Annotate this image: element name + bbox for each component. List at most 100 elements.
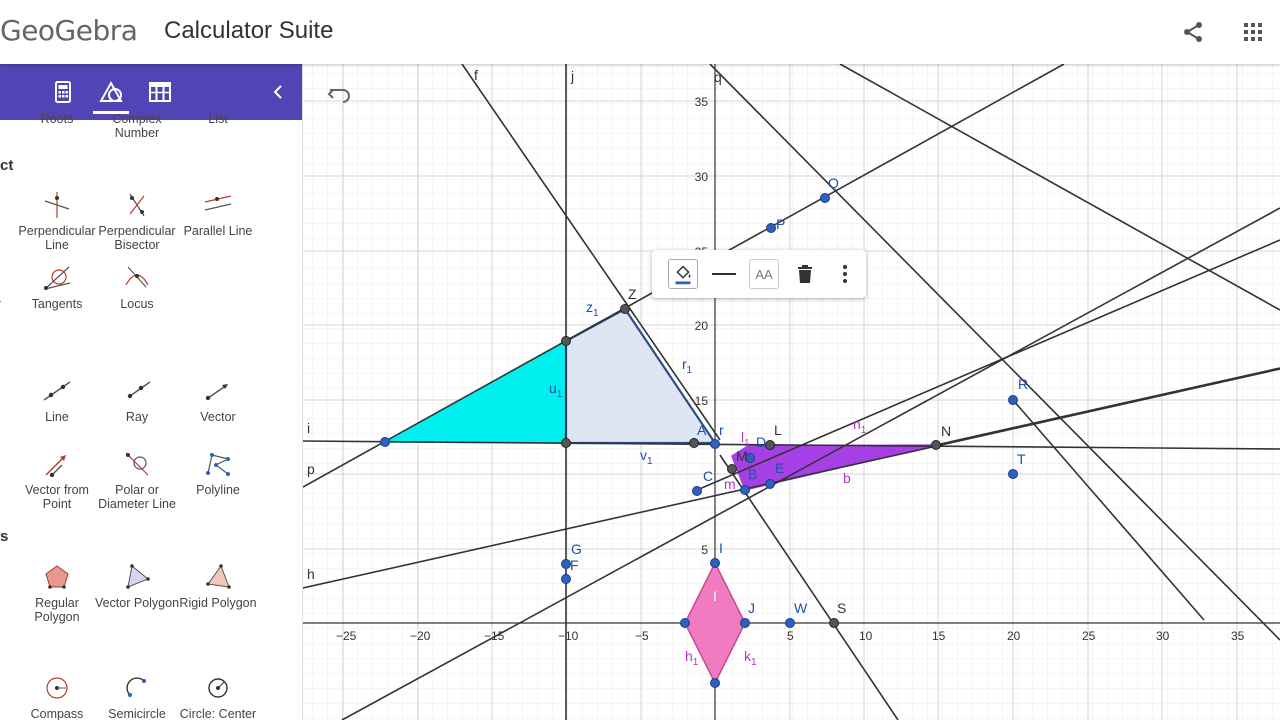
label-S: S <box>837 600 846 616</box>
x-tick: −25 <box>336 629 357 643</box>
share-icon[interactable] <box>1181 20 1205 44</box>
tab-tools[interactable] <box>96 77 126 107</box>
delete-icon <box>798 265 812 283</box>
geogebra-logo[interactable]: GeoGebra <box>0 14 138 47</box>
label-R: R <box>1018 376 1028 392</box>
semicircle-icon <box>126 677 146 697</box>
graphics-view[interactable]: −25 −20 −15 −10 −5 5 10 15 20 25 30 35 3… <box>303 64 1280 720</box>
label-C: C <box>703 468 713 484</box>
label-D: D <box>756 434 766 450</box>
y-tick: 35 <box>695 95 709 109</box>
tool-compass[interactable]: Compass <box>14 673 100 720</box>
delete-button[interactable] <box>790 259 820 289</box>
tool-partial-left-6[interactable]: n <box>0 707 10 720</box>
collapse-panel-button[interactable] <box>266 80 290 104</box>
label-style-button[interactable]: AA <box>749 259 779 289</box>
label-I: I <box>719 540 723 556</box>
tool-partial-left[interactable]: or <box>0 224 8 238</box>
tool-partial-left-4[interactable]: ithgth <box>0 483 12 511</box>
more-options-icon <box>843 265 847 283</box>
calculator-icon <box>55 81 71 103</box>
label-line-h: h <box>307 566 315 582</box>
section-construct-heading: ct <box>0 157 14 174</box>
tool-regular-polygon[interactable]: Regular Polygon <box>14 562 100 624</box>
label-line-r: r <box>719 422 724 438</box>
label-polygon-I: I <box>713 588 717 604</box>
undo-icon <box>327 89 350 103</box>
label-M: M <box>736 448 748 464</box>
tab-table[interactable] <box>145 77 175 107</box>
tool-complex-number[interactable]: Complex Number <box>94 112 180 140</box>
y-tick: 30 <box>695 170 709 184</box>
tool-vector-polygon[interactable]: Vector Polygon <box>94 562 180 610</box>
label-line-f: f <box>474 67 478 83</box>
tool-polar-diameter-line[interactable]: Polar or Diameter Line <box>94 449 180 511</box>
label-L: L <box>774 422 782 438</box>
circle-center-icon <box>208 678 228 698</box>
tool-perpendicular-line[interactable]: Perpendicular Line <box>14 190 100 252</box>
x-tick: 35 <box>1231 629 1245 643</box>
tool-rigid-polygon[interactable]: Rigid Polygon <box>175 562 261 610</box>
x-tick: −20 <box>410 629 431 643</box>
more-options-button[interactable] <box>830 259 860 289</box>
app-title: Calculator Suite <box>164 17 334 44</box>
tool-vector[interactable]: Vector <box>175 376 261 424</box>
rigid-polygon-icon <box>206 564 231 589</box>
perpendicular-line-icon <box>44 192 70 218</box>
line-icon <box>43 381 71 401</box>
polyline-icon <box>206 453 230 476</box>
label-b: b <box>843 470 851 486</box>
label-F: F <box>570 557 579 573</box>
x-tick: 25 <box>1082 629 1096 643</box>
table-icon <box>149 82 171 102</box>
vector-from-point-icon <box>45 455 66 478</box>
x-tick: 30 <box>1156 629 1170 643</box>
x-tick: −15 <box>484 629 505 643</box>
regular-polygon-icon <box>45 565 69 589</box>
tool-tangents[interactable]: Tangents <box>14 263 100 311</box>
label-line-p: p <box>307 461 315 477</box>
apps-grid-icon[interactable] <box>1241 20 1265 44</box>
label-B: B <box>748 466 757 482</box>
geometry-tools-icon <box>99 80 123 102</box>
compass-icon <box>46 677 68 699</box>
label-P: P <box>776 216 785 232</box>
style-bar: AA <box>652 250 866 298</box>
x-tick: 10 <box>859 629 873 643</box>
label-Q: Q <box>828 175 839 191</box>
tool-list[interactable]: List <box>175 112 261 126</box>
tool-vector-from-point[interactable]: Vector from Point <box>14 449 100 511</box>
y-tick: 20 <box>695 319 709 333</box>
locus-icon <box>125 266 149 288</box>
tools-panel: Roots Complex Number List ct or Perpendi… <box>0 64 303 720</box>
tool-ray[interactable]: Ray <box>94 376 180 424</box>
tool-semicircle[interactable]: Semicircle <box>94 673 180 720</box>
label-T: T <box>1017 451 1026 467</box>
perpendicular-bisector-icon <box>129 193 145 217</box>
vector-polygon-icon <box>126 564 150 589</box>
tool-perpendicular-bisector[interactable]: Perpendicular Bisector <box>94 190 180 252</box>
x-tick: −5 <box>635 629 649 643</box>
tool-polyline[interactable]: Polyline <box>175 449 261 497</box>
fill-color-button[interactable] <box>668 259 698 289</box>
label-Z: Z <box>628 286 637 302</box>
x-tick: 5 <box>787 629 794 643</box>
tool-roots[interactable]: Roots <box>14 112 100 126</box>
y-tick: 15 <box>695 394 709 408</box>
tool-line[interactable]: Line <box>14 376 100 424</box>
tool-locus[interactable]: Locus <box>94 263 180 311</box>
line-style-button[interactable] <box>709 259 739 289</box>
polar-line-icon <box>125 452 149 476</box>
section-polygons-heading: s <box>0 528 9 545</box>
undo-button[interactable] <box>327 82 353 104</box>
x-tick: 20 <box>1007 629 1021 643</box>
tool-circle-center[interactable]: Circle: Center <box>175 673 261 720</box>
label-A: A <box>697 422 707 438</box>
parallel-line-icon <box>204 195 232 211</box>
fill-color-icon <box>675 265 691 285</box>
label-N: N <box>941 423 951 439</box>
tangents-icon <box>44 266 71 290</box>
label-line-q: q <box>714 69 722 85</box>
tool-parallel-line[interactable]: Parallel Line <box>175 190 261 238</box>
tab-algebra[interactable] <box>48 77 78 107</box>
